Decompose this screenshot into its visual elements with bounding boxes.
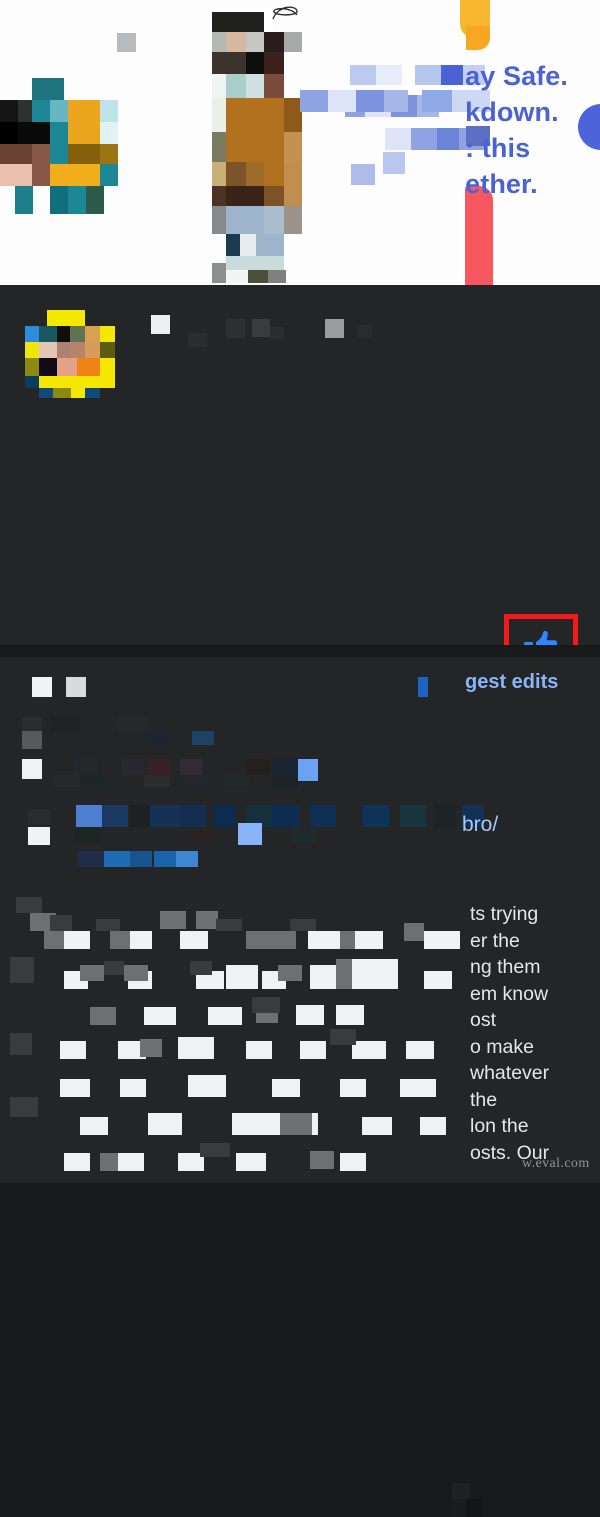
post-link[interactable]: bro/	[462, 813, 498, 837]
body-line-7: whatever	[470, 1062, 550, 1084]
squiggle-doodle-icon	[272, 6, 298, 20]
body-line-4: em know	[470, 982, 549, 1005]
cover-photo[interactable]: ay Safe. kdown. : this ether.	[0, 0, 600, 285]
suggest-edits-mosaic	[28, 673, 428, 701]
cover-blue-circle	[578, 104, 600, 150]
section-divider	[0, 645, 600, 657]
cover-yellow-shape-2	[466, 26, 490, 50]
body-line-8: the	[470, 1088, 498, 1111]
suggest-edits-row[interactable]: gest edits	[0, 669, 600, 709]
body-line-9: lon the	[470, 1115, 529, 1137]
post-content-block: gest edits bro/ ts trying er the ng them…	[0, 657, 600, 1183]
pixelated-person-left-legs	[15, 186, 104, 214]
post-link-mosaic	[14, 717, 494, 867]
cover-line-2: kdown.	[465, 97, 559, 127]
body-line-3: ng them	[470, 956, 541, 978]
cover-pixel-square	[117, 33, 136, 52]
body-line-6: o make	[470, 1035, 534, 1058]
page-body: Liked •••	[0, 285, 600, 1517]
suggest-edits-label[interactable]: gest edits	[465, 671, 558, 694]
page-profile-picture[interactable]	[14, 308, 119, 398]
cover-text-block: ay Safe. kdown. : this ether.	[465, 58, 568, 202]
body-line-2: er the	[470, 929, 520, 952]
post-body-text: ts trying er the ng them em know ost o m…	[470, 901, 600, 1166]
cover-text-mosaic-2	[300, 90, 490, 146]
post-body-mosaic	[0, 897, 470, 1183]
cover-line-3: : this	[465, 133, 531, 163]
page-header-block: Liked •••	[0, 285, 600, 1517]
watermark: w.eval.com	[522, 1156, 590, 1171]
page-name-redacted	[148, 313, 458, 355]
cover-line-4: ether.	[465, 169, 538, 199]
body-line-5: ost	[470, 1009, 497, 1031]
cover-line-1: ay Safe.	[465, 61, 568, 91]
tab-active-mosaic	[452, 1483, 482, 1517]
pixelated-person-right	[212, 12, 302, 283]
body-line-1: ts trying	[470, 903, 539, 925]
pixelated-person-left	[0, 78, 118, 186]
